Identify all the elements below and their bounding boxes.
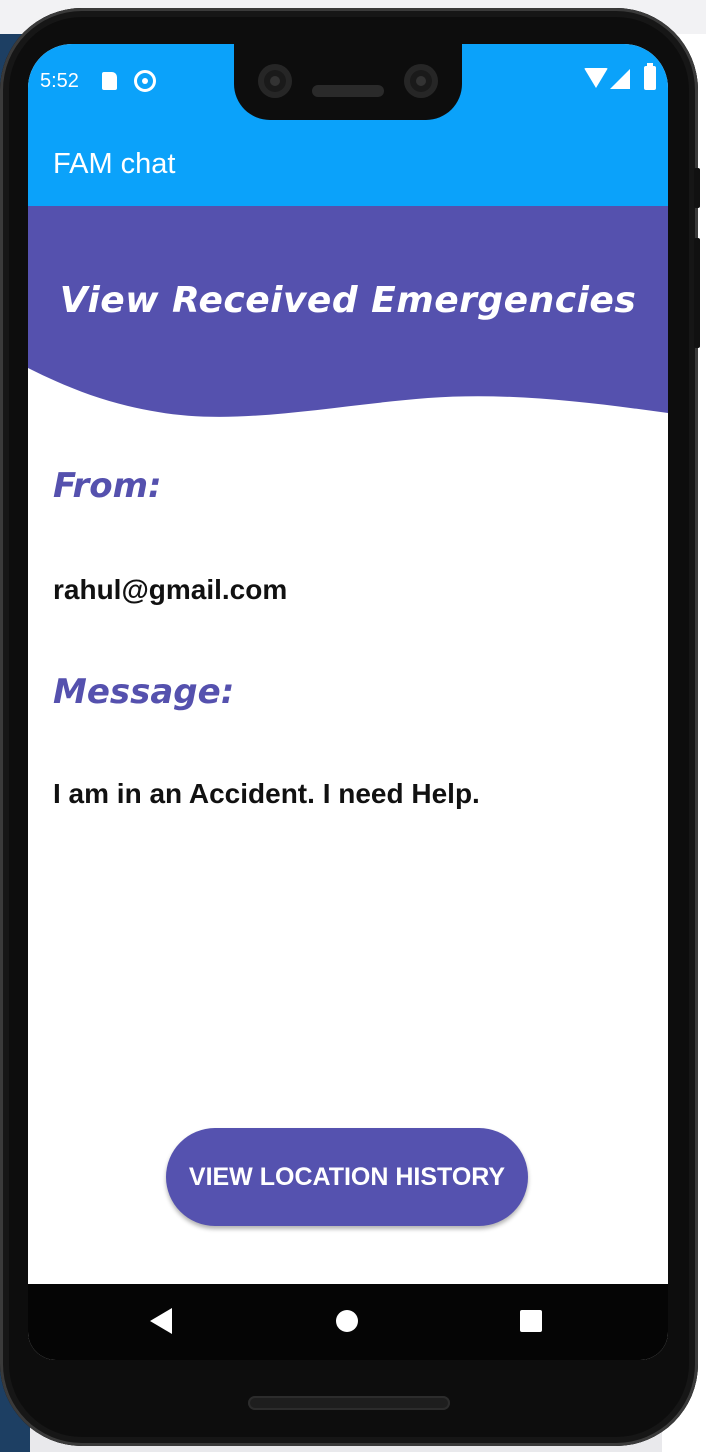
front-sensor-icon <box>404 64 438 98</box>
volume-button <box>694 238 700 348</box>
message-text: I am in an Accident. I need Help. <box>53 778 480 809</box>
app-bar: FAM chat <box>28 128 668 206</box>
sd-card-icon <box>102 72 117 90</box>
phone-frame: 5:52 FAM chat View Received Emergencies … <box>0 8 700 1446</box>
sync-icon <box>134 70 156 92</box>
system-nav-bar <box>28 1284 668 1360</box>
back-icon[interactable] <box>150 1308 172 1334</box>
battery-icon <box>644 63 656 90</box>
recents-icon[interactable] <box>520 1310 542 1332</box>
power-button <box>694 168 700 208</box>
home-icon[interactable] <box>336 1310 358 1332</box>
message-label: Message: <box>53 672 235 712</box>
bottom-speaker <box>248 1396 450 1410</box>
signal-icon <box>610 69 630 89</box>
front-camera-icon <box>258 64 292 98</box>
earpiece-speaker <box>312 85 384 97</box>
page-title: View Received Emergencies <box>59 280 637 321</box>
camera-notch <box>234 44 462 120</box>
view-location-history-button[interactable]: VIEW LOCATION HISTORY <box>166 1128 528 1226</box>
status-time: 5:52 <box>40 70 79 92</box>
wifi-icon <box>584 68 608 88</box>
app-title: FAM chat <box>53 148 176 180</box>
phone-screen: 5:52 FAM chat View Received Emergencies … <box>28 44 668 1360</box>
sender-email: rahul@gmail.com <box>53 574 288 605</box>
from-label: From: <box>53 466 162 506</box>
